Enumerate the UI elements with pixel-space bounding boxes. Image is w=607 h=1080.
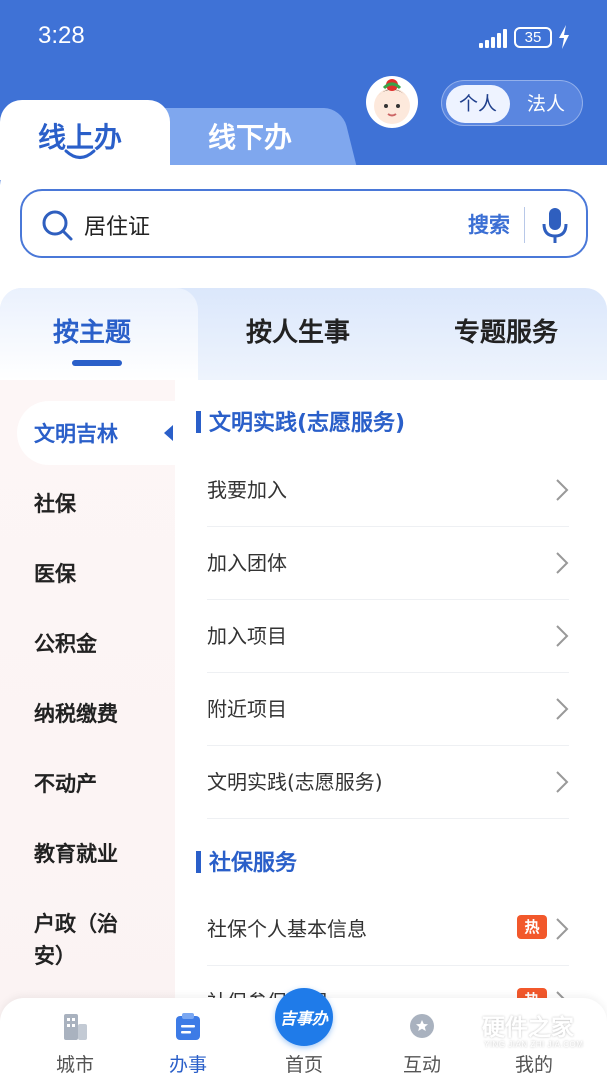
hot-badge: 热 — [517, 915, 547, 939]
list-item-label: 社保个人基本信息 — [207, 917, 367, 941]
home-fab-button[interactable]: 吉事办 — [275, 988, 333, 1046]
list-item-label: 附近项目 — [207, 697, 287, 721]
chevron-right-icon — [556, 552, 569, 574]
section-title-text: 文明实践(志愿服务) — [209, 411, 406, 436]
list-item[interactable]: 加入团体 — [207, 527, 569, 600]
status-bar: 3:28 35 — [0, 0, 607, 70]
chevron-right-icon — [556, 625, 569, 647]
smile-underline-icon — [64, 149, 96, 159]
section-marker — [196, 851, 201, 873]
sidebar-item-tax[interactable]: 纳税缴费 — [34, 698, 164, 730]
tab-offline[interactable]: 线下办 — [208, 116, 292, 156]
nav-services[interactable]: 办事 — [138, 998, 238, 1080]
sidebar-item-household-registration[interactable]: 户政（治安） — [34, 908, 144, 972]
watermark-subtitle: YING JIAN ZHI JIA.COM — [484, 1040, 584, 1049]
watermark-title: 硬件之家 — [482, 1015, 574, 1041]
microphone-icon[interactable] — [540, 205, 570, 245]
search-bar: 搜索 — [20, 189, 588, 258]
identity-legal-option[interactable]: 法人 — [514, 85, 578, 123]
tab-by-life-event[interactable]: 按人生事 — [246, 312, 350, 349]
identity-personal-option[interactable]: 个人 — [446, 85, 510, 123]
section-marker — [196, 411, 201, 433]
chevron-right-icon — [556, 698, 569, 720]
chevron-right-icon — [556, 771, 569, 793]
chat-icon — [410, 1014, 434, 1038]
chevron-right-icon — [556, 479, 569, 501]
building-icon — [64, 1014, 87, 1040]
list-item-label: 我要加入 — [207, 478, 287, 502]
battery-icon: 35 — [514, 27, 552, 48]
chevron-right-icon — [556, 918, 569, 940]
list-item-label: 加入项目 — [207, 624, 287, 648]
section-title-text: 社保服务 — [209, 851, 298, 876]
baby-avatar-icon — [374, 79, 410, 124]
section-title: 社保服务 — [196, 845, 297, 877]
sidebar-item-civilization-jilin[interactable]: 文明吉林 — [34, 418, 164, 450]
sidebar-item-housing-fund[interactable]: 公积金 — [34, 628, 164, 660]
sidebar-item-medical-insurance[interactable]: 医保 — [34, 558, 164, 590]
clipboard-icon — [176, 1013, 200, 1040]
caret-left-icon — [164, 425, 173, 441]
search-divider — [524, 207, 525, 243]
tab-active-indicator — [72, 360, 122, 366]
sidebar-item-social-security[interactable]: 社保 — [34, 488, 164, 520]
app-screen: 3:28 35 个人 法人 线下办 线上办 居住证 搜索 按主题 按人生事 专题… — [0, 0, 607, 1080]
signal-icon — [465, 28, 509, 48]
search-icon — [42, 210, 73, 241]
sidebar-item-education-employment[interactable]: 教育就业 — [34, 838, 164, 870]
status-time: 3:28 — [38, 22, 85, 49]
watermark: 硬件之家 YING JIAN ZHI JIA.COM — [440, 1008, 600, 1058]
nav-label: 城市 — [55, 1054, 94, 1076]
charging-icon — [559, 25, 569, 49]
home-fab-logo: 吉事办 — [279, 1009, 328, 1028]
list-item-label: 文明实践(志愿服务) — [207, 770, 383, 794]
list-item[interactable]: 社保个人基本信息 热 — [207, 893, 569, 966]
battery-level: 35 — [524, 29, 542, 46]
tab-special-services[interactable]: 专题服务 — [454, 312, 558, 349]
nav-label: 首页 — [284, 1054, 323, 1076]
search-input[interactable] — [84, 205, 384, 245]
section-title: 文明实践(志愿服务) — [196, 405, 405, 437]
identity-switch[interactable]: 个人 法人 — [441, 80, 583, 126]
tab-by-theme[interactable]: 按主题 — [53, 312, 131, 349]
list-item[interactable]: 附近项目 — [207, 673, 569, 746]
nav-label: 办事 — [168, 1054, 207, 1076]
list-item[interactable]: 加入项目 — [207, 600, 569, 673]
list-item[interactable]: 文明实践(志愿服务) — [207, 746, 569, 819]
hexagon-logo-icon — [441, 1010, 477, 1052]
list-item[interactable]: 我要加入 — [207, 454, 569, 527]
avatar[interactable] — [366, 76, 418, 128]
sidebar-item-real-estate[interactable]: 不动产 — [34, 768, 164, 800]
search-button[interactable]: 搜索 — [468, 209, 510, 239]
nav-city[interactable]: 城市 — [25, 998, 125, 1080]
list-item-label: 加入团体 — [207, 551, 287, 575]
